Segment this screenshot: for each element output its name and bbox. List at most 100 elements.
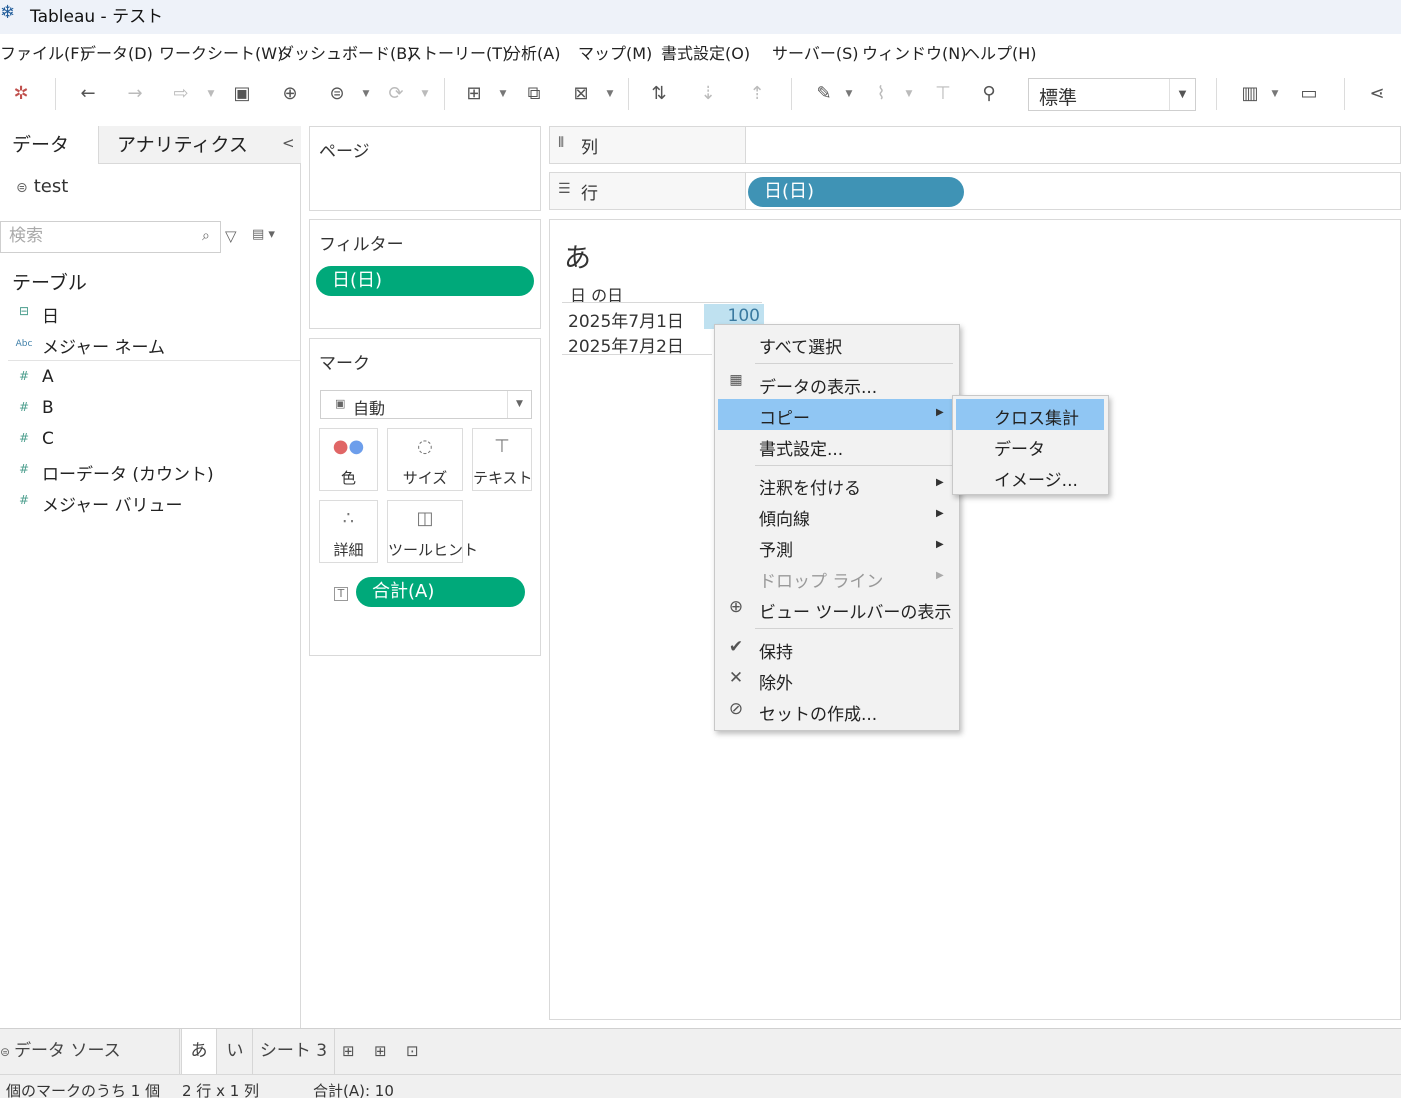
color-button[interactable]: ●● 色 — [319, 428, 378, 491]
sort-descending-icon[interactable]: ⇡ — [744, 81, 770, 107]
size-button[interactable]: ◌ サイズ — [387, 428, 463, 491]
show-me-icon[interactable]: ▥ — [1237, 81, 1263, 107]
clear-sheet-icon[interactable]: ⊠ — [568, 81, 594, 107]
replay-dropdown-icon[interactable]: ▼ — [206, 81, 216, 107]
menu-item-view-data[interactable]: ▦ データの表示... — [718, 368, 956, 399]
text-encoding-icon[interactable]: T — [334, 587, 348, 601]
detail-button[interactable]: ∴ 詳細 — [319, 500, 378, 563]
swap-rows-columns-icon[interactable]: ⇅ — [646, 81, 672, 107]
list-view-icon[interactable]: ▤ ▾ — [252, 227, 275, 242]
duplicate-sheet-icon[interactable]: ⧉ — [521, 81, 547, 107]
menu-file[interactable]: ファイル(F) — [0, 40, 86, 64]
menu-item-crosstab[interactable]: クロス集計 — [956, 399, 1104, 430]
menu-item-forecast[interactable]: 予測 ▶ — [718, 531, 956, 562]
menu-item-create-set[interactable]: ⊘ セットの作成... — [718, 695, 956, 726]
tab-label: データ ソース — [14, 1041, 121, 1061]
collapse-pane-icon[interactable]: < — [282, 134, 295, 152]
save-icon[interactable]: ▣ — [229, 81, 255, 107]
menu-worksheet[interactable]: ワークシート(W) — [159, 40, 283, 64]
sheet-title[interactable]: あ — [564, 236, 591, 275]
menu-item-copy[interactable]: コピー ▶ — [718, 399, 956, 430]
toolbar-separator — [1216, 78, 1217, 110]
menu-story[interactable]: ストーリー(T) — [406, 40, 508, 64]
text-button[interactable]: ⊤ テキスト — [472, 428, 533, 491]
menu-item-trend-lines[interactable]: 傾向線 ▶ — [718, 500, 956, 531]
undo-icon[interactable]: ← — [75, 81, 101, 107]
search-input[interactable] — [9, 222, 199, 250]
row-header[interactable]: 2025年7月1日 — [568, 307, 684, 332]
columns-shelf[interactable]: ⦀ 列 — [549, 126, 1401, 164]
menu-analysis[interactable]: 分析(A) — [505, 40, 560, 64]
menu-map[interactable]: マップ(M) — [578, 40, 652, 64]
field-item[interactable]: # メジャー バリュー — [0, 488, 300, 518]
menu-item-keep-only[interactable]: ✔ 保持 — [718, 633, 956, 664]
worksheet-view[interactable]: あ 日 の日 2025年7月1日 100 2025年7月2日 — [549, 219, 1401, 1020]
menu-help[interactable]: ヘルプ(H) — [964, 40, 1037, 64]
new-worksheet-icon[interactable]: ⊞ — [342, 1042, 355, 1060]
sheet-tab-bar: ⊜ データ ソース あ い シート 3 ⊞ ⊞ ⊡ — [0, 1028, 1401, 1074]
field-item[interactable]: # B — [0, 395, 300, 425]
field-item[interactable]: # ローデータ (カウント) — [0, 457, 300, 487]
filters-shelf[interactable]: フィルター 日(日) — [309, 219, 541, 329]
tab-data[interactable]: データ — [0, 126, 98, 164]
new-datasource-icon[interactable]: ⊕ — [277, 81, 303, 107]
mark-type-select[interactable]: ▣ 自動 ▼ — [320, 390, 532, 419]
chevron-down-icon[interactable]: ▼ — [1169, 79, 1195, 110]
tab-sheet-a[interactable]: あ — [181, 1029, 217, 1074]
menu-item-copy-image[interactable]: イメージ... — [956, 461, 1104, 492]
tab-sheet-i[interactable]: い — [218, 1029, 253, 1074]
tableau-home-icon[interactable]: ✲ — [8, 81, 34, 107]
share-icon[interactable]: ⋖ — [1364, 81, 1390, 107]
datasource-item[interactable]: ⊜ test — [16, 176, 68, 197]
submenu-arrow-icon: ▶ — [936, 477, 944, 488]
search-icon[interactable]: ⌕ — [202, 228, 210, 244]
refresh-icon[interactable]: ⟳ — [383, 81, 409, 107]
filter-icon[interactable]: ▽ — [225, 227, 237, 245]
redo-icon[interactable]: → — [122, 81, 148, 107]
menu-item-format[interactable]: 書式設定... — [718, 430, 956, 461]
pages-shelf[interactable]: ページ — [309, 126, 541, 211]
menu-data[interactable]: データ(D) — [80, 40, 153, 64]
group-dropdown-icon[interactable]: ▼ — [904, 81, 914, 107]
field-item[interactable]: # A — [0, 364, 300, 394]
presentation-mode-icon[interactable]: ▭ — [1296, 81, 1322, 107]
field-item[interactable]: ⊟ 日 — [0, 299, 300, 329]
marks-field-pill[interactable]: 合計(A) — [356, 577, 525, 607]
menu-item-show-view-toolbar[interactable]: ⊕ ビュー ツールバーの表示 — [718, 593, 956, 624]
menu-item-select-all[interactable]: すべて選択 — [718, 328, 956, 359]
tab-sheet-3[interactable]: シート 3 — [253, 1029, 335, 1074]
new-dashboard-icon[interactable]: ⊞ — [374, 1042, 387, 1060]
sort-ascending-icon[interactable]: ⇣ — [695, 81, 721, 107]
pause-dropdown-icon[interactable]: ▼ — [361, 81, 371, 107]
refresh-dropdown-icon[interactable]: ▼ — [420, 81, 430, 107]
rows-pill[interactable]: 日(日) — [748, 177, 964, 207]
field-item[interactable]: # C — [0, 426, 300, 456]
new-sheet-dropdown-icon[interactable]: ▼ — [498, 81, 508, 107]
highlight-icon[interactable]: ✎ — [811, 81, 837, 107]
fit-view-select[interactable]: 標準 ▼ — [1028, 78, 1196, 111]
menu-item-annotate[interactable]: 注釈を付ける ▶ — [718, 469, 956, 500]
pin-axes-icon[interactable]: ⚲ — [976, 81, 1002, 107]
tab-analytics[interactable]: アナリティクス — [98, 126, 301, 164]
show-mark-labels-icon[interactable]: ⊤ — [930, 81, 956, 107]
menu-window[interactable]: ウィンドウ(N) — [862, 40, 966, 64]
tab-data-source[interactable]: ⊜ データ ソース — [0, 1029, 180, 1074]
group-members-icon[interactable]: ⌇ — [868, 81, 894, 107]
menu-format[interactable]: 書式設定(O) — [661, 40, 750, 64]
field-item[interactable]: Abc メジャー ネーム — [0, 330, 300, 360]
highlight-dropdown-icon[interactable]: ▼ — [844, 81, 854, 107]
filter-pill[interactable]: 日(日) — [316, 266, 534, 296]
new-story-icon[interactable]: ⊡ — [406, 1042, 419, 1060]
menu-item-exclude[interactable]: ✕ 除外 — [718, 664, 956, 695]
new-worksheet-icon[interactable]: ⊞ — [461, 81, 487, 107]
tooltip-button[interactable]: ◫ ツールヒント — [387, 500, 478, 563]
replay-icon[interactable]: ⇨ — [168, 81, 194, 107]
menu-item-copy-data[interactable]: データ — [956, 430, 1104, 461]
show-me-dropdown-icon[interactable]: ▼ — [1270, 81, 1280, 107]
rows-shelf[interactable]: ☰ 行 日(日) — [549, 172, 1401, 210]
clear-dropdown-icon[interactable]: ▼ — [605, 81, 615, 107]
menu-dashboard[interactable]: ダッシュボード(B) — [278, 40, 413, 64]
chevron-down-icon[interactable]: ▼ — [507, 391, 531, 418]
menu-server[interactable]: サーバー(S) — [772, 40, 858, 64]
pause-updates-icon[interactable]: ⊜ — [324, 81, 350, 107]
